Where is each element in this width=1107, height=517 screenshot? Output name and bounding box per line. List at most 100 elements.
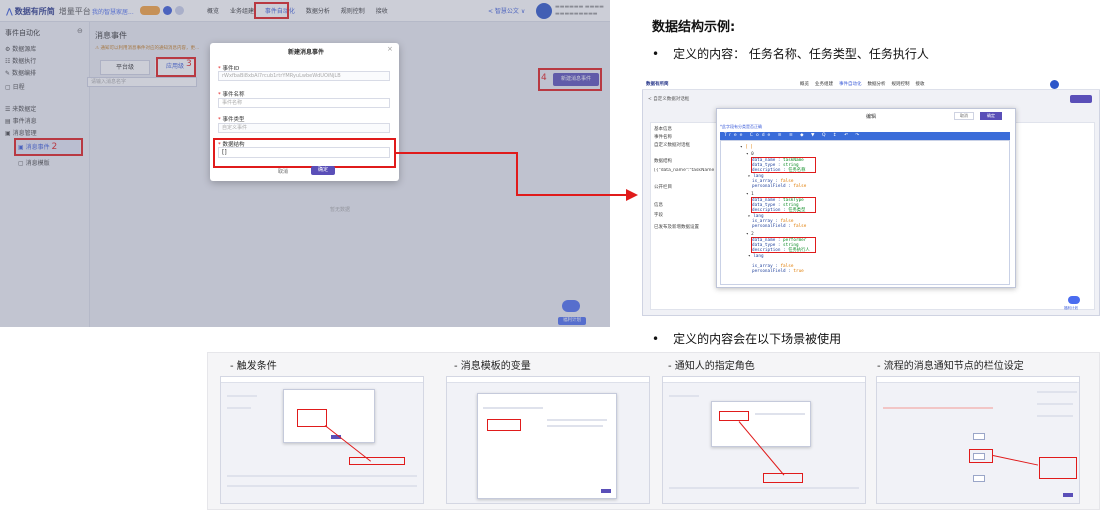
thumb-line [227,475,417,477]
thumb-line [227,395,257,397]
event-type-select[interactable]: 自定义事件 [218,123,390,133]
scenario-thumbnail-variables [446,376,650,504]
example-logo: 数据有所简 [646,82,669,87]
tree-node[interactable]: ▾ [ ] [740,145,753,150]
thumb-highlight-box [349,457,405,465]
thumb-button [1063,493,1073,497]
thumb-highlight-box [297,409,327,427]
code-line: personalField : false [752,224,806,229]
code-key: lang [753,254,764,259]
robot-icon[interactable] [1068,296,1080,304]
connector-line [516,152,518,196]
code-line: description : 任务执行人 [752,248,810,253]
editor-toolbar-icons[interactable]: Tree Code ≡ ≡ ◆ ▼ Q ↕ ↶ ↷ [724,133,862,138]
cancel-button[interactable]: 取消 [278,168,288,175]
example-nav: 概览 业务组建 事件自动化 数据分析 规则控制 接收 [800,81,931,87]
scenario-caption: - 流程的消息通知节点的栏位设定 [877,361,1024,372]
thumb-line [755,413,805,415]
code-key: personalField : [752,269,794,274]
dialog-title: 编辑 [866,114,877,120]
scenario-caption: - 触发条件 [230,361,277,372]
scenario-caption: - 通知人的指定角色 [668,361,755,372]
thumb-line [227,407,251,409]
avatar[interactable] [1050,80,1059,89]
thumb-highlight-box [487,419,521,431]
thumb-line [669,395,699,397]
thumb-line [547,425,603,427]
form-value: 已发布及新增数据设置 [654,225,699,230]
nav-item[interactable]: 概览 [800,82,809,87]
bullet-definition: • 定义的内容： 任务名称、任务类型、任务执行人 [652,45,929,62]
scenario-thumbnail-trigger [220,376,424,504]
connector-line [396,152,518,154]
event-type-label: * 事件类型 [218,115,245,123]
modal-title: 新建消息事件 [288,49,325,56]
code-key: personalField : [752,184,794,189]
thumb-modal [711,401,811,447]
bullet-icon: • [652,47,660,61]
robot-label[interactable]: 福利计划 [1064,306,1078,311]
code-key: personalField : [752,224,794,229]
form-value: [{"data_name":"taskName","data_type... [654,168,714,173]
cancel-button[interactable]: 取消 [954,112,974,120]
code-value: 任务执行人 [788,248,810,253]
form-label: 公开栏目 [654,185,672,190]
bullet-text: 定义的内容： 任务名称、任务类型、任务执行人 [673,47,929,61]
nav-item[interactable]: 规则控制 [892,82,910,87]
form-label: 信息 [654,203,663,208]
thumb-topbar [447,377,649,383]
close-icon[interactable]: × [387,45,393,53]
connector-line [516,194,628,196]
code-value: false [793,184,807,189]
code-value: true [793,269,804,274]
scenario-thumbnail-flow [876,376,1080,504]
form-label: 数据结构 [654,159,672,164]
thumb-topbar [663,377,865,383]
dialog-hint: *此字段有分类是否正确 [720,124,762,129]
form-label: 基本信息 [654,127,672,132]
event-name-label: * 事件名称 [218,90,245,98]
thumb-line [1037,415,1073,417]
arrow-icon [626,189,638,201]
flow-node [973,475,985,482]
scenario-thumbnail-role [662,376,866,504]
thumb-highlight-box [1039,457,1077,479]
scenario-caption: - 消息模板的变量 [454,361,531,372]
struct-highlight-box [213,138,396,168]
section-title: 数据结构示例: [652,20,736,35]
thumb-line [1037,391,1077,393]
example-save-button[interactable] [1070,95,1092,103]
form-value: 自定义数据对话框 [654,143,690,148]
thumb-line [227,485,417,487]
thumb-line [1037,403,1073,405]
thumb-line [669,487,859,489]
event-id-field[interactable]: rWxfbaBi8xbAl7rcub1rtrYMRyuLwbeWdUOiNjLB [218,71,390,81]
bullet-text: 定义的内容会在以下场景被使用 [673,332,842,346]
thumb-line [883,407,993,409]
bullet-usage: • 定义的内容会在以下场景被使用 [652,330,841,347]
nav-item[interactable]: 接收 [916,82,925,87]
flow-node [973,433,985,440]
thumb-line [483,407,543,409]
thumb-highlight-box [763,473,803,483]
ok-button[interactable]: 确定 [311,166,335,175]
form-label: 字段 [654,213,663,218]
example-breadcrumb[interactable]: < 自定义数据对话框 [648,96,689,102]
form-label: 事件名称 [654,135,672,140]
thumb-topbar [877,377,1079,383]
thumb-highlight-box [719,411,749,421]
code-line: description : 任务名称 [752,168,806,173]
code-value: 任务名称 [788,168,806,173]
nav-item[interactable]: 业务组建 [815,82,833,87]
nav-item[interactable]: 数据分析 [868,82,886,87]
nav-item[interactable]: 事件自动化 [839,82,862,87]
ok-button[interactable]: 确定 [980,112,1002,120]
bullet-icon: • [652,332,660,346]
code-value: 任务类型 [788,208,806,213]
thumb-topbar [221,377,423,383]
event-name-field[interactable]: 事件名称 [218,98,390,108]
code-line: ▾ lang [748,254,764,259]
thumb-pointer-line [992,455,1039,466]
code-line: personalField : true [752,269,804,274]
code-value: false [793,224,807,229]
